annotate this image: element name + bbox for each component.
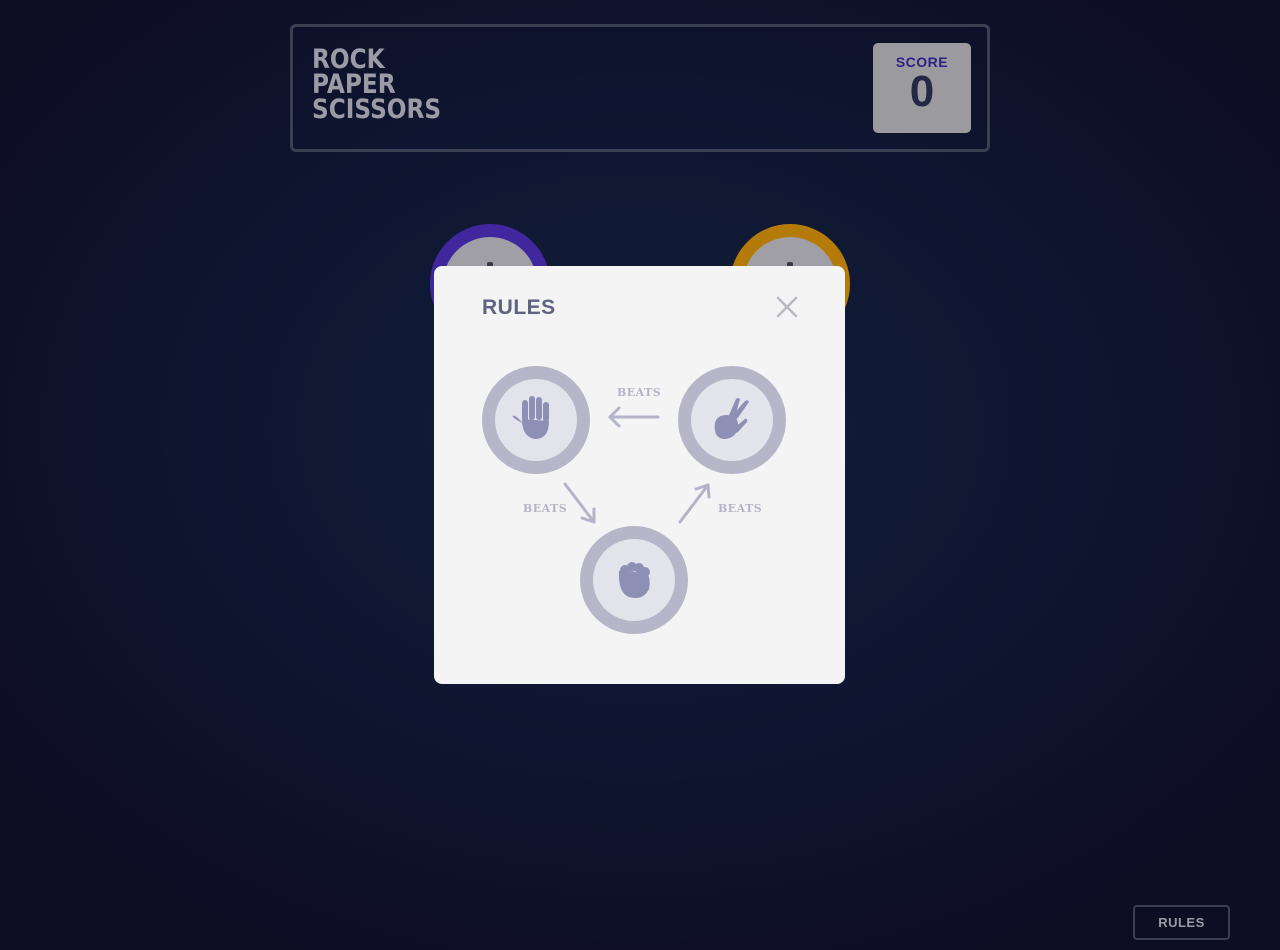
- beats-label-3: BEATS: [718, 502, 763, 515]
- score-value: 0: [909, 67, 935, 116]
- rules-modal: RULES BEATS BEATS BEATS: [434, 266, 845, 684]
- game-title: ROCK PAPER SCISSORS: [312, 46, 442, 125]
- beats-label-1: BEATS: [617, 386, 662, 399]
- rules-button[interactable]: RULES: [1133, 905, 1230, 940]
- score-box: SCORE 0: [873, 43, 971, 133]
- header: ROCK PAPER SCISSORS SCORE 0: [290, 24, 990, 152]
- beats-arrows: [563, 406, 711, 524]
- title-line-scissors: SCISSORS: [312, 94, 442, 125]
- beats-label-2: BEATS: [523, 502, 568, 515]
